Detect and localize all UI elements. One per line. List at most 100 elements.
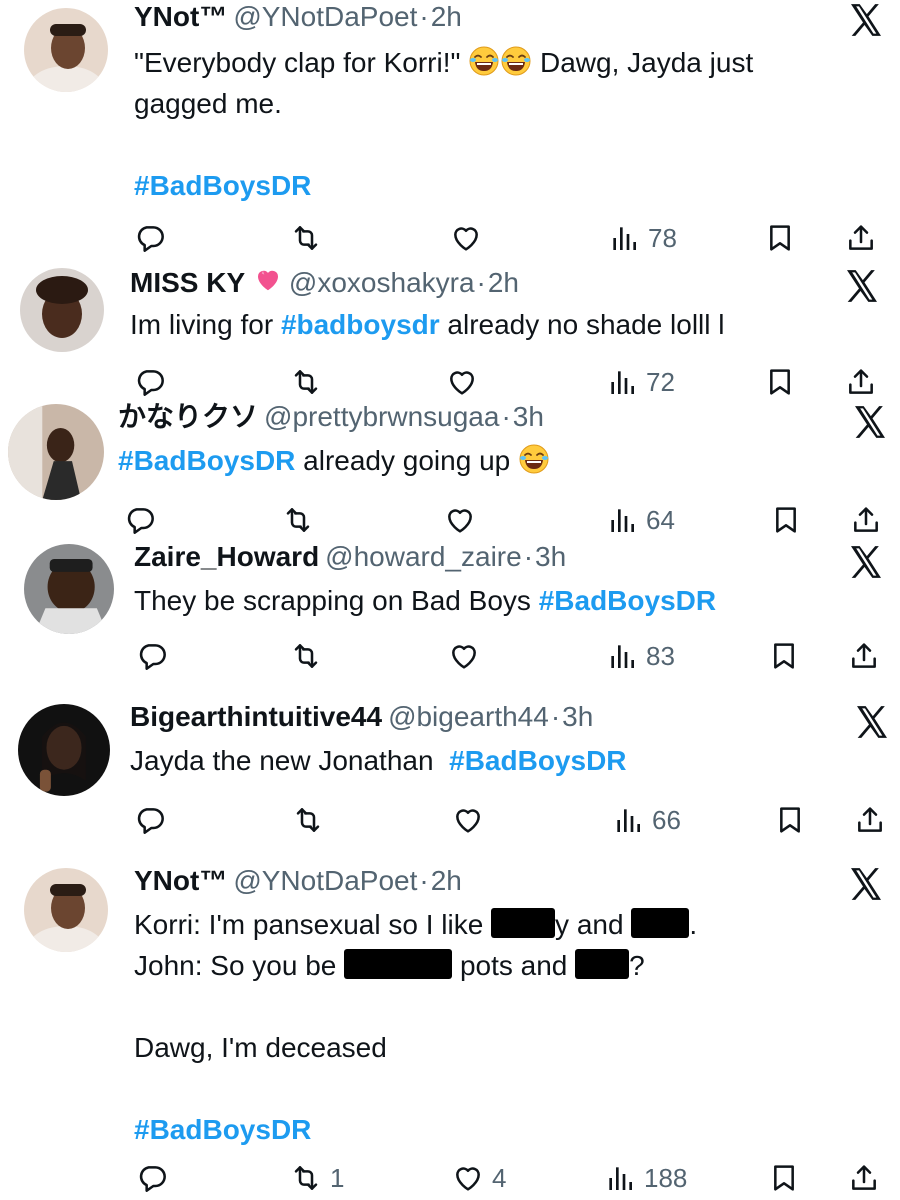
separator: · [419,1,429,32]
reply-icon [124,504,156,536]
action-bar: 72 [0,362,900,402]
reply-icon [134,804,166,836]
reply-icon [136,1162,168,1194]
retweet-button[interactable] [290,362,322,402]
reply-button[interactable] [134,800,166,840]
share-button[interactable] [845,362,877,402]
user-handle[interactable]: @xoxoshakyra [289,267,475,298]
retweet-count: 1 [330,1162,345,1193]
timestamp[interactable]: 3h [535,541,566,572]
retweet-button[interactable] [290,218,322,258]
retweet-icon [290,1162,322,1194]
tweet-text: They be scrapping on Bad Boys #BadBoysDR [134,585,717,616]
share-button[interactable] [850,500,882,540]
retweet-button[interactable] [292,800,324,840]
tweet-text: "Everybody clap for Korri!" Dawg, Jayda … [134,42,753,206]
heart-icon [444,504,476,536]
timestamp[interactable]: 3h [562,701,593,732]
views-button[interactable]: 64 [606,500,675,540]
avatar[interactable] [8,404,104,500]
bookmark-button[interactable] [768,636,800,676]
redaction-bar [491,908,556,938]
share-icon [845,222,877,254]
views-button[interactable]: 83 [606,636,675,676]
display-name[interactable]: MISS KY [130,267,245,298]
timestamp[interactable]: 2h [488,267,519,298]
views-icon [606,504,638,536]
like-button[interactable]: 4 [452,1158,506,1198]
avatar[interactable] [24,868,108,952]
reply-button[interactable] [124,500,156,540]
display-name[interactable]: Zaire_Howard [134,541,319,572]
share-button[interactable] [848,636,880,676]
retweet-button[interactable] [290,636,322,676]
bookmark-icon [768,1162,800,1194]
share-button[interactable] [854,800,886,840]
views-count: 64 [646,504,675,535]
sparkling-heart-icon [253,264,283,294]
laughing-emoji-icon [518,443,550,475]
separator: · [550,701,561,732]
views-button[interactable]: 78 [608,218,677,258]
reply-icon [134,222,166,254]
hashtag-link[interactable]: #BadBoysDR [449,745,626,776]
bookmark-button[interactable] [774,800,806,840]
bookmark-button[interactable] [770,500,802,540]
views-button[interactable]: 188 [604,1158,687,1198]
tweet-text: Im living for #badboysdr already no shad… [130,309,725,340]
hashtag-link[interactable]: #BadBoysDR [539,585,716,616]
display-name[interactable]: Bigearthintuitive44 [130,701,382,732]
share-button[interactable] [845,218,877,258]
hashtag-link[interactable]: #BadBoysDR [118,445,295,476]
bookmark-button[interactable] [764,218,796,258]
redaction-bar [575,949,630,979]
avatar[interactable] [24,544,114,634]
avatar[interactable] [18,704,110,796]
share-button[interactable] [848,1158,880,1198]
display-name[interactable]: YNot™ [134,1,227,32]
user-handle[interactable]: @prettybrwnsugaa [264,401,499,432]
bookmark-icon [770,504,802,536]
hashtag-link[interactable]: #BadBoysDR [134,1109,697,1150]
retweet-button[interactable] [282,500,314,540]
like-button[interactable] [452,800,484,840]
timestamp[interactable]: 3h [513,401,544,432]
retweet-button[interactable]: 1 [290,1158,344,1198]
bookmark-button[interactable] [768,1158,800,1198]
retweet-icon [282,504,314,536]
reply-button[interactable] [134,362,166,402]
tweet-header: YNot™ @YNotDaPoet·2h [134,864,462,898]
display-name[interactable]: かなりクソ [118,401,258,432]
like-button[interactable] [448,636,480,676]
like-button[interactable] [450,218,482,258]
user-handle[interactable]: @bigearth44 [388,701,549,732]
tweet-header: MISS KY @xoxoshakyra·2h [130,264,519,300]
heart-icon [448,640,480,672]
tweet-header: YNot™ @YNotDaPoet·2h [134,0,462,34]
avatar[interactable] [20,268,104,352]
views-button[interactable]: 66 [612,800,681,840]
user-handle[interactable]: @YNotDaPoet [233,1,417,32]
user-handle[interactable]: @YNotDaPoet [233,865,417,896]
action-bar: 64 [0,500,900,540]
timestamp[interactable]: 2h [431,1,462,32]
views-count: 188 [644,1162,688,1193]
separator: · [501,401,511,432]
views-count: 72 [646,366,675,397]
hashtag-link[interactable]: #badboysdr [281,309,440,340]
like-button[interactable] [444,500,476,540]
reply-button[interactable] [134,218,166,258]
views-button[interactable]: 72 [606,362,675,402]
retweet-icon [290,366,322,398]
user-handle[interactable]: @howard_zaire [325,541,522,572]
reply-button[interactable] [136,1158,168,1198]
avatar[interactable] [24,8,108,92]
hashtag-link[interactable]: #BadBoysDR [134,165,753,206]
like-button[interactable] [446,362,478,402]
reply-button[interactable] [136,636,168,676]
tweet-text: Korri: I'm pansexual so I like y and . J… [134,904,697,1150]
display-name[interactable]: YNot™ [134,865,227,896]
bookmark-button[interactable] [764,362,796,402]
views-count: 66 [652,804,681,835]
timestamp[interactable]: 2h [431,865,462,896]
